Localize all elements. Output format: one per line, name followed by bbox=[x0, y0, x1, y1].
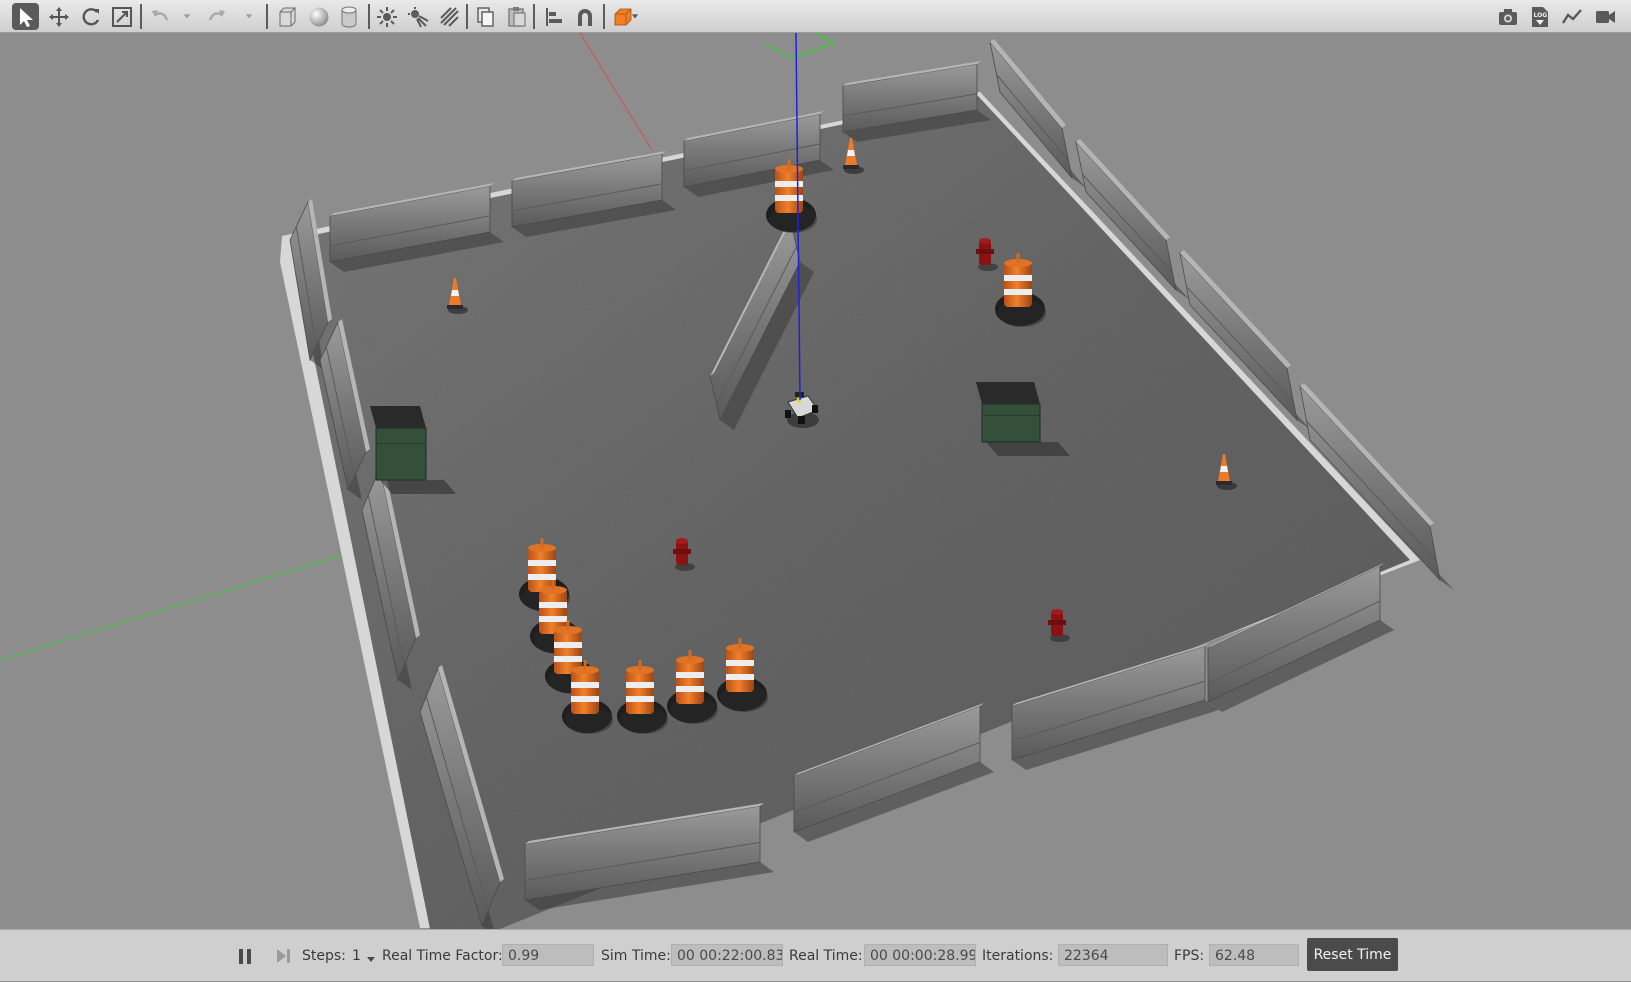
snap-magnet-icon[interactable] bbox=[571, 3, 598, 30]
fps-value: 62.48 bbox=[1209, 944, 1299, 966]
steps-spinner[interactable]: 1 bbox=[352, 930, 376, 982]
spot-light-icon[interactable] bbox=[404, 3, 431, 30]
step-forward-icon[interactable] bbox=[275, 947, 293, 965]
scene-render[interactable] bbox=[0, 33, 1631, 929]
scene-viewport[interactable] bbox=[0, 33, 1631, 929]
iterations-label: Iterations: bbox=[982, 948, 1054, 964]
rtf-value: 0.99 bbox=[502, 944, 594, 966]
view-angle-dropdown-icon[interactable] bbox=[630, 10, 640, 22]
rotate-icon[interactable] bbox=[77, 3, 104, 30]
pause-icon[interactable] bbox=[237, 947, 253, 965]
cylinder-icon[interactable] bbox=[335, 3, 362, 30]
copy-icon[interactable] bbox=[472, 3, 499, 30]
translate-icon[interactable] bbox=[45, 3, 72, 30]
point-light-icon[interactable] bbox=[373, 3, 400, 30]
box-icon[interactable] bbox=[273, 3, 300, 30]
reset-time-button[interactable]: Reset Time bbox=[1307, 938, 1398, 971]
real-time-label: Real Time: bbox=[789, 948, 863, 964]
pause-button[interactable] bbox=[237, 930, 253, 982]
iterations-value: 22364 bbox=[1058, 944, 1168, 966]
align-icon[interactable] bbox=[541, 3, 568, 30]
directional-light-icon[interactable] bbox=[435, 3, 462, 30]
plot-icon[interactable] bbox=[1558, 3, 1585, 30]
time-panel: Steps: 1 Real Time Factor: 0.99 Sim Time… bbox=[0, 929, 1631, 981]
x-axis-line bbox=[579, 33, 653, 151]
undo-icon[interactable] bbox=[146, 3, 173, 30]
fps-label: FPS: bbox=[1174, 948, 1205, 964]
scale-icon[interactable] bbox=[108, 3, 135, 30]
sim-time-label: Sim Time: bbox=[601, 948, 671, 964]
steps-label: Steps: bbox=[302, 948, 346, 964]
video-record-icon[interactable] bbox=[1591, 3, 1618, 30]
rtf-label: Real Time Factor: bbox=[382, 948, 503, 964]
step-button[interactable] bbox=[275, 930, 293, 982]
redo-icon[interactable] bbox=[203, 3, 230, 30]
log-icon[interactable]: LOG bbox=[1526, 3, 1553, 30]
redo-dropdown-icon[interactable] bbox=[244, 10, 254, 22]
paste-icon[interactable] bbox=[503, 3, 530, 30]
select-arrow-icon[interactable] bbox=[12, 3, 39, 30]
chevron-down-icon[interactable] bbox=[366, 955, 376, 963]
sim-time-value: 00 00:22:00.834 bbox=[671, 944, 783, 966]
screenshot-camera-icon[interactable] bbox=[1494, 3, 1521, 30]
real-time-value: 00 00:00:28.996 bbox=[864, 944, 976, 966]
y-axis-line bbox=[0, 547, 366, 661]
sphere-icon[interactable] bbox=[305, 3, 332, 30]
steps-value[interactable]: 1 bbox=[352, 948, 361, 964]
undo-dropdown-icon[interactable] bbox=[182, 10, 192, 22]
toolbar: LOG bbox=[0, 0, 1631, 33]
svg-text:LOG: LOG bbox=[1533, 12, 1547, 19]
